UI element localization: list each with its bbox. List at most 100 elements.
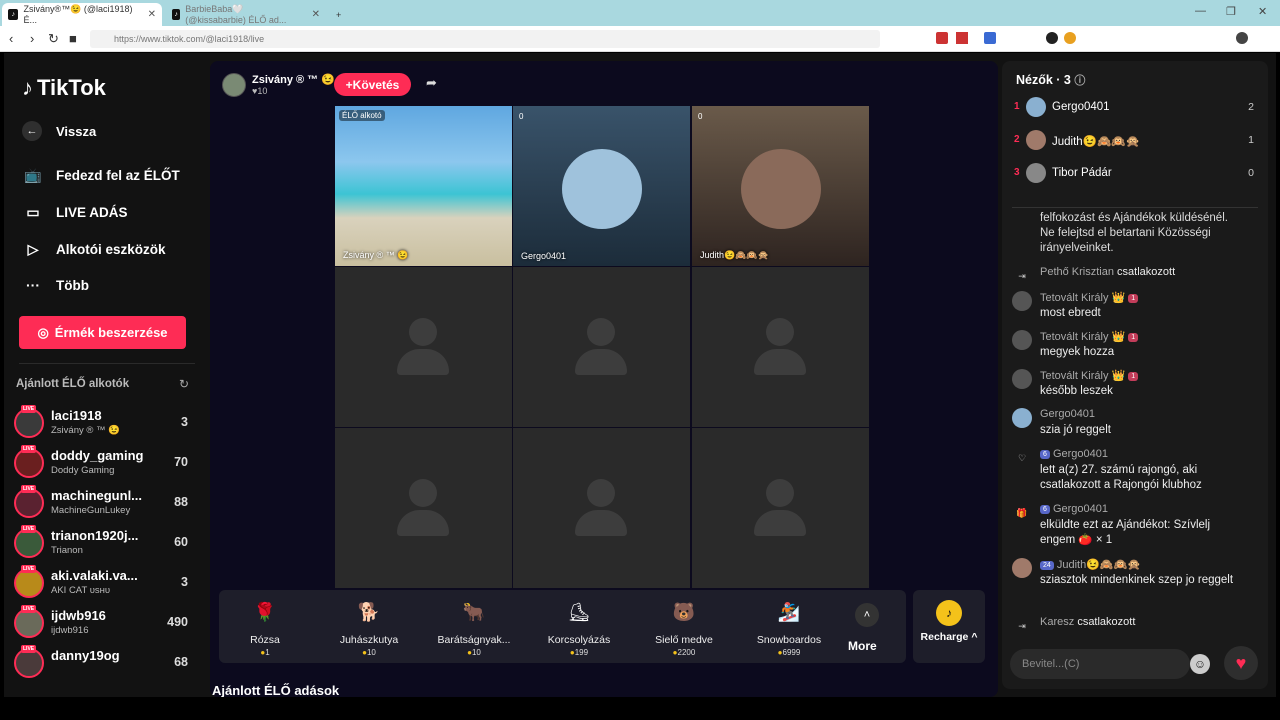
- share-icon[interactable]: ➦: [426, 75, 437, 91]
- creator-sub: Doddy Gaming: [51, 465, 115, 476]
- help-icon[interactable]: ⓘ: [1074, 75, 1085, 87]
- viewer-count: 68: [174, 655, 188, 669]
- creator-name: laci1918: [51, 408, 102, 423]
- rose-icon: 🌹: [253, 602, 277, 622]
- creator-item[interactable]: LIVE danny19og 68: [14, 645, 194, 681]
- emoji-icon[interactable]: ☺: [1190, 654, 1210, 674]
- gift-name: Snowboardos: [756, 634, 822, 646]
- live-tv-icon: 📺: [24, 167, 42, 183]
- join-icon: ⇥: [1018, 271, 1026, 281]
- avatar[interactable]: [1012, 408, 1032, 428]
- browser-tab-active[interactable]: ♪ Zsivány®™😉 (@laci1918) É... ✕: [2, 3, 162, 26]
- viewer-row[interactable]: 3 Tibor Pádár 0: [1014, 163, 1254, 185]
- tiktok-logo[interactable]: ♪ TikTok: [22, 75, 106, 101]
- extension-icon[interactable]: [956, 32, 968, 44]
- minimize-icon[interactable]: —: [1195, 5, 1206, 17]
- gift-snowboarder[interactable]: 🏂 Snowboardos ●6999: [739, 590, 839, 663]
- empty-guest-slot[interactable]: [692, 267, 869, 427]
- guest-video-cell[interactable]: 0 Gergo0401: [513, 106, 690, 266]
- avatar[interactable]: [1012, 369, 1032, 389]
- avatar: [1026, 97, 1046, 117]
- creator-item[interactable]: LIVE aki.valaki.va... AKI CAT ᴜsʜᴜ 3: [14, 565, 194, 601]
- nav-explore-live[interactable]: 📺 Fedezd fel az ÉLŐT: [24, 167, 180, 184]
- recharge-button[interactable]: ♪ Recharge ^: [913, 590, 985, 663]
- profile-icon[interactable]: [1236, 32, 1248, 44]
- host-name[interactable]: Zsivány ® ™ 😉: [252, 73, 335, 86]
- live-badge: LIVE: [21, 605, 37, 613]
- gift-price: ●6999: [777, 648, 801, 657]
- close-tab-icon[interactable]: ✕: [148, 9, 156, 20]
- extension-icon[interactable]: [1064, 32, 1076, 44]
- message-author[interactable]: 6 Gergo0401: [1040, 503, 1108, 515]
- get-coins-button[interactable]: ◎ Érmék beszerzése: [19, 316, 186, 349]
- creator-item[interactable]: LIVE doddy_gaming Doddy Gaming 70: [14, 445, 194, 481]
- empty-guest-slot[interactable]: [513, 267, 690, 427]
- creator-item[interactable]: LIVE ijdwb916 ijdwb916 490: [14, 605, 194, 641]
- avatar[interactable]: [1012, 291, 1032, 311]
- cell-label: Gergo0401: [521, 251, 567, 261]
- bookmark-icon[interactable]: ■: [69, 31, 77, 46]
- nav-go-live[interactable]: ▭ LIVE ADÁS: [24, 204, 127, 221]
- avatar[interactable]: [1012, 330, 1032, 350]
- translate-icon[interactable]: [984, 32, 996, 44]
- more-gifts-button[interactable]: ˄ More: [848, 603, 882, 653]
- url-field[interactable]: https://www.tiktok.com/@laci1918/live: [90, 30, 880, 48]
- viewer-row[interactable]: 1 Gergo0401 2: [1014, 97, 1254, 119]
- back-arrow-icon[interactable]: ‹: [9, 31, 13, 46]
- avatar[interactable]: [1012, 558, 1032, 578]
- empty-guest-slot[interactable]: [335, 267, 512, 427]
- creator-item[interactable]: LIVE trianon1920j... Trianon 60: [14, 525, 194, 561]
- live-badge: LIVE: [21, 445, 37, 453]
- guest-video-cell[interactable]: 0 Judith😉🙈🙉🙊: [692, 106, 869, 266]
- message-author[interactable]: 24 Judith😉🙈🙉🙊: [1040, 558, 1141, 571]
- message-author[interactable]: 6 Gergo0401: [1040, 448, 1108, 460]
- creator-item[interactable]: LIVE laci1918 Zsivány ® ™ 😉 3: [14, 405, 194, 441]
- message-text: most ebredt: [1040, 307, 1101, 319]
- coin-icon: ◎: [37, 324, 49, 340]
- chat-input[interactable]: Bevitel...(C): [1010, 649, 1190, 679]
- gift-ski-bear[interactable]: 🐻 Sielő medve ●2200: [634, 590, 734, 663]
- live-badge: LIVE: [21, 485, 37, 493]
- browser-tab[interactable]: ♪ BarbieBaba🤍 (@kissabarbie) ÉLŐ ad... ✕: [166, 3, 326, 26]
- extension-icon[interactable]: [936, 32, 948, 44]
- fan-badge: 1: [1128, 332, 1139, 342]
- nav-creator-tools[interactable]: ▷ Alkotói eszközök: [24, 241, 166, 258]
- creator-sub: Zsivány ® ™ 😉: [51, 425, 120, 436]
- viewer-count: 88: [174, 495, 188, 509]
- forward-arrow-icon[interactable]: ›: [30, 31, 34, 46]
- viewer-count: 3: [181, 575, 188, 589]
- empty-guest-slot[interactable]: [513, 428, 690, 588]
- message-text: később leszek: [1040, 385, 1113, 397]
- like-heart-icon[interactable]: ♥: [1224, 646, 1258, 680]
- nav-more[interactable]: ··· Több: [24, 277, 89, 293]
- chat-message: felfokozást és Ajándékok küldésénél. Ne …: [1012, 211, 1262, 255]
- close-tab-icon[interactable]: ✕: [312, 9, 320, 20]
- close-window-icon[interactable]: ✕: [1258, 5, 1267, 18]
- gift-friendship[interactable]: 🐂 Barátságnyak... ●10: [424, 590, 524, 663]
- new-tab-button[interactable]: +: [330, 3, 350, 26]
- tiktok-live-page: ♪ TikTok ← Vissza 📺 Fedezd fel az ÉLŐT ▭ LIV…: [4, 53, 1276, 697]
- reload-icon[interactable]: ↻: [48, 31, 59, 47]
- empty-guest-slot[interactable]: [692, 428, 869, 588]
- host-video-cell[interactable]: ÉLŐ alkotó Zsivány ® ™ 😉: [335, 106, 512, 266]
- empty-guest-slot[interactable]: [335, 428, 512, 588]
- refresh-icon[interactable]: ↻: [179, 377, 189, 391]
- message-author[interactable]: Tetovált Király 👑 1: [1040, 330, 1139, 343]
- nav-label: Alkotói eszközök: [56, 242, 166, 257]
- creator-tools-icon: ▷: [27, 241, 39, 257]
- gift-skating[interactable]: ⛸ Korcsolyázás ●199: [529, 590, 629, 663]
- gift-rose[interactable]: 🌹 Rózsa ●1: [215, 590, 315, 663]
- follow-button[interactable]: +Követés: [334, 73, 411, 96]
- message-text: sziasztok mindenkinek szep jo reggelt: [1040, 574, 1234, 586]
- message-author[interactable]: Tetovált Király 👑 1: [1040, 291, 1139, 304]
- viewer-row[interactable]: 2 Judith😉🙈🙉🙊 1: [1014, 130, 1254, 152]
- gift-shepherd-dog[interactable]: 🐕 Juhászkutya ●10: [319, 590, 419, 663]
- back-button[interactable]: ← Vissza: [22, 121, 96, 141]
- message-author[interactable]: Tetovált Király 👑 1: [1040, 369, 1139, 382]
- message-author[interactable]: Gergo0401: [1040, 408, 1095, 420]
- extension-icon[interactable]: [1046, 32, 1058, 44]
- maximize-icon[interactable]: ❐: [1226, 5, 1236, 18]
- creator-item[interactable]: LIVE machinegunl... MachineGunLukey 88: [14, 485, 194, 521]
- tiktok-note-icon: ♪: [22, 75, 33, 100]
- host-avatar[interactable]: [222, 73, 246, 97]
